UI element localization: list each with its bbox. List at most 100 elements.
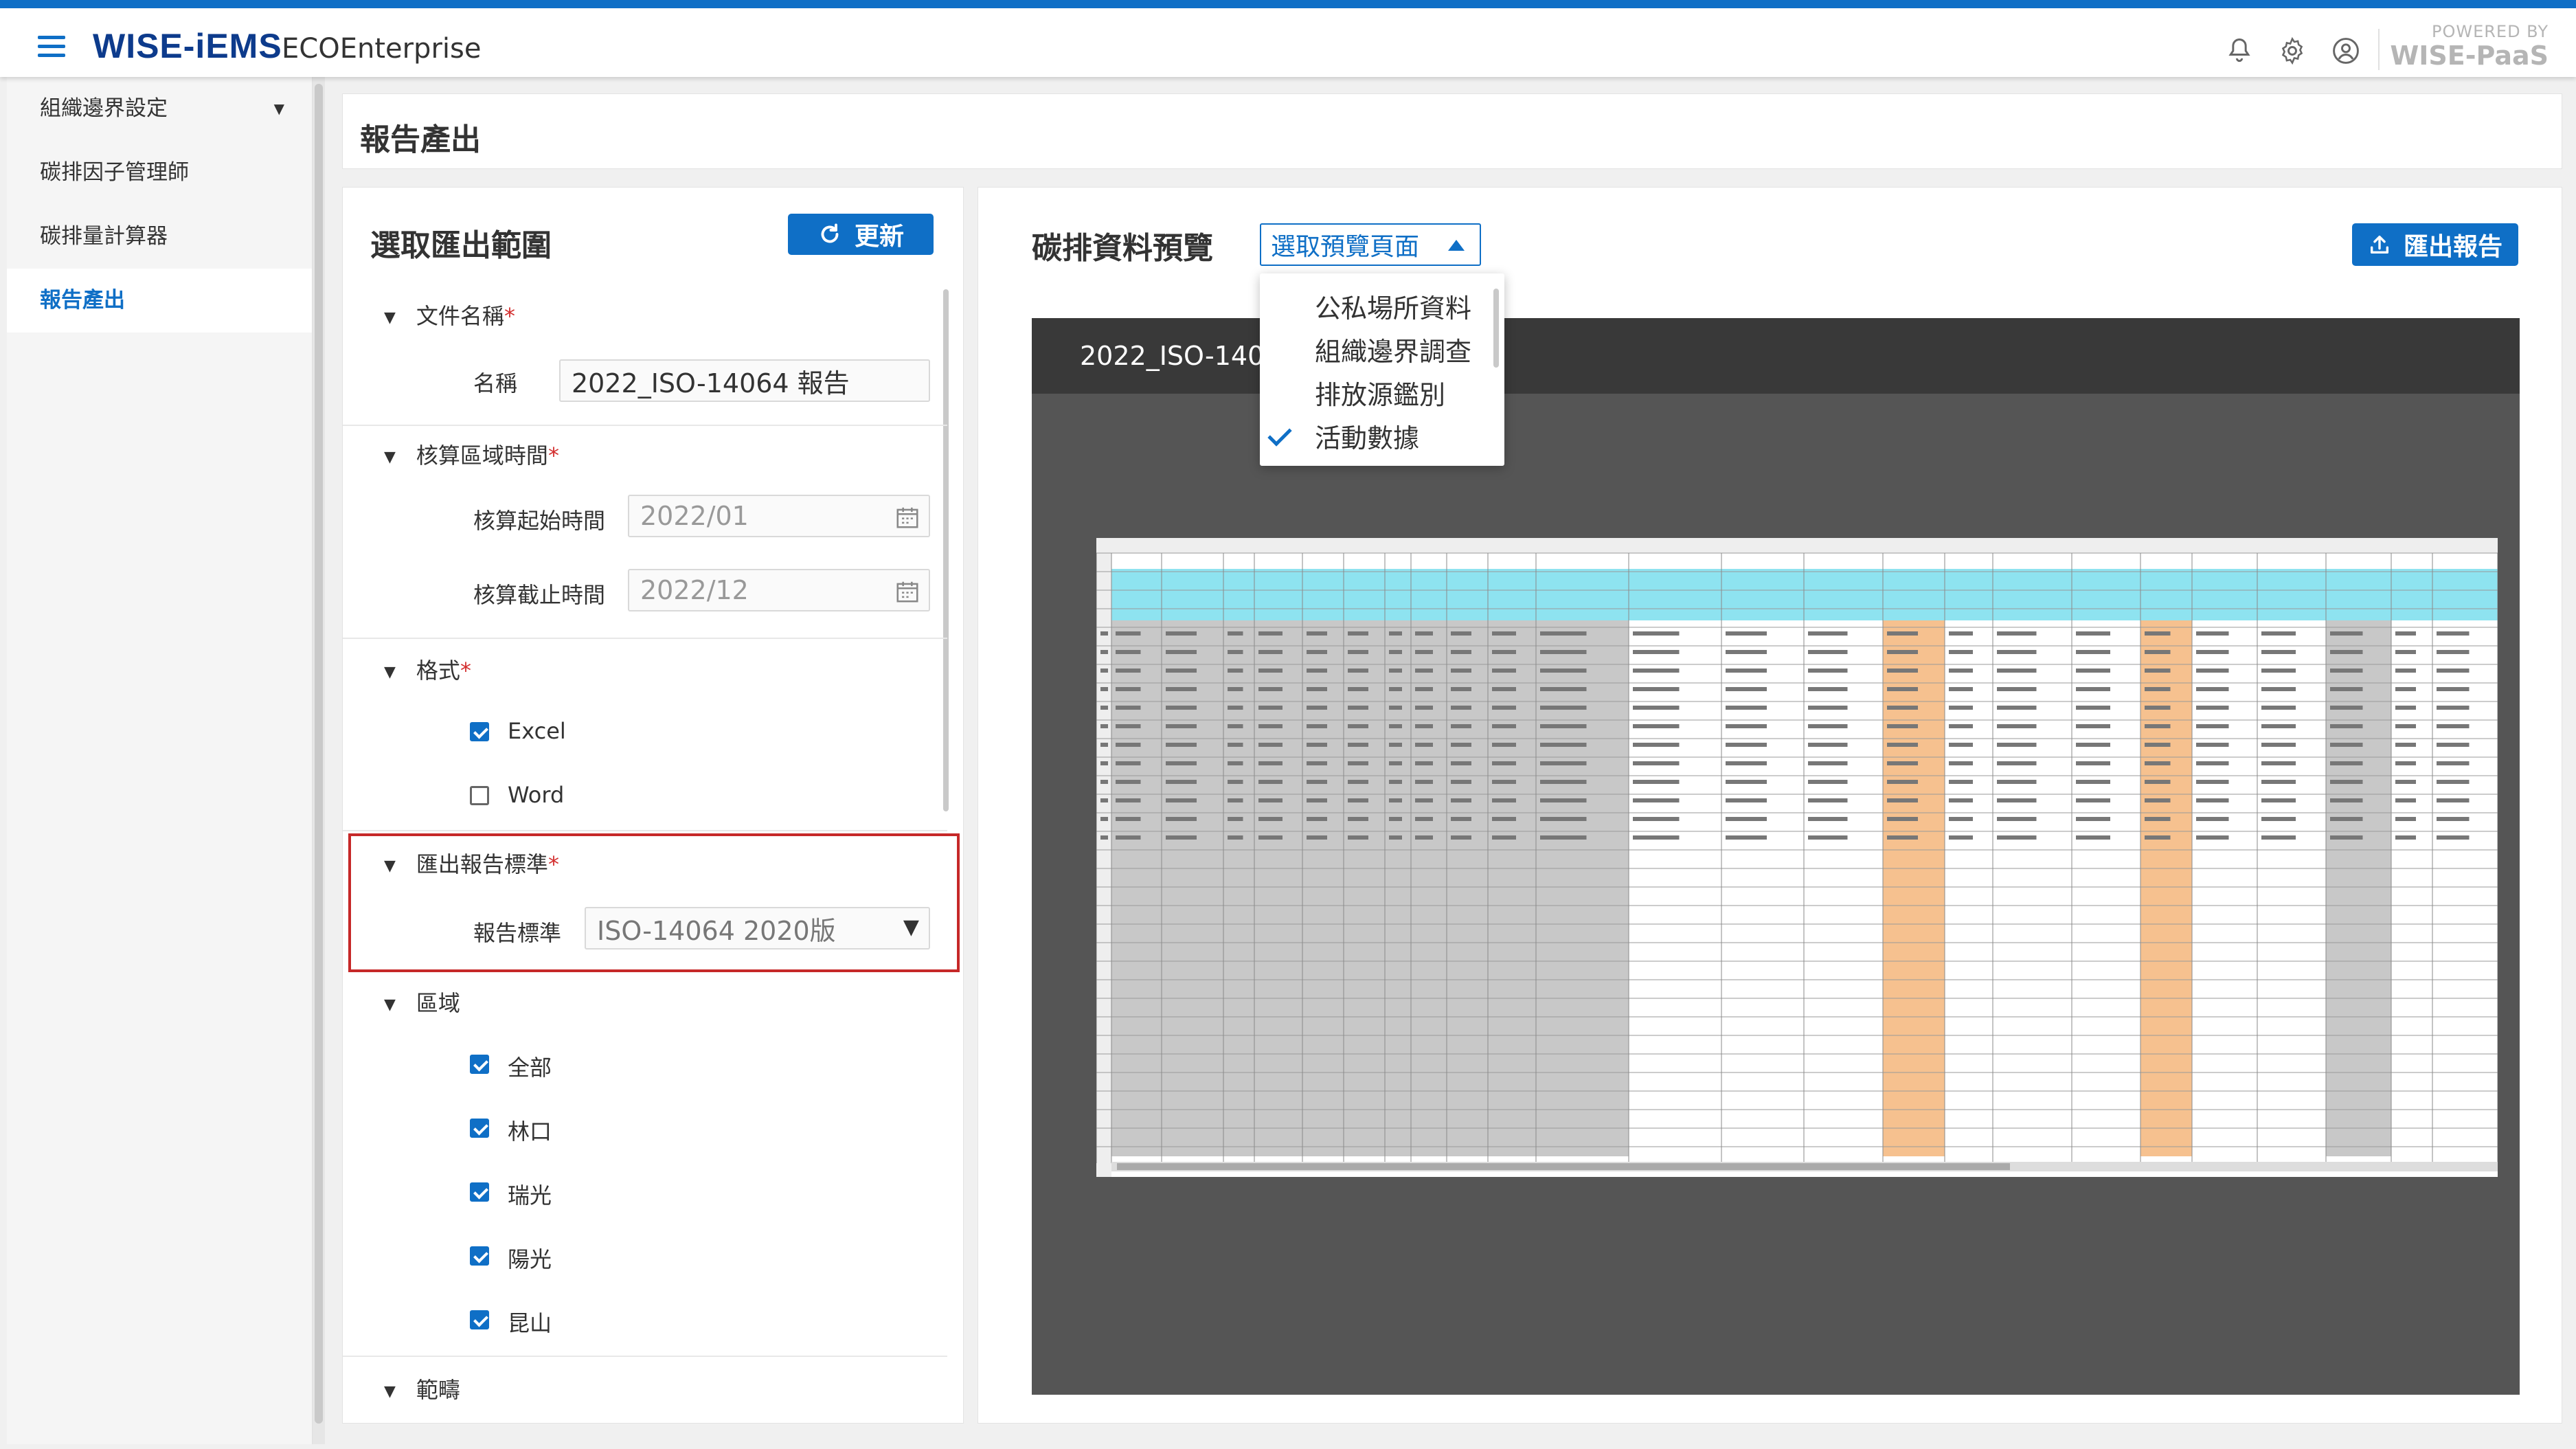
preview-title: 2022_ISO-1406 (1080, 341, 1281, 371)
region-label: 昆山 (508, 1310, 552, 1336)
collapse-caret-icon: ▼ (384, 1382, 396, 1400)
divider (343, 425, 947, 426)
dropdown-item-source-identification[interactable]: 排放源鑑別 (1315, 374, 1445, 412)
calendar-icon[interactable] (894, 579, 920, 605)
dropdown-item-site-data[interactable]: 公私場所資料 (1315, 287, 1471, 325)
word-label: Word (508, 782, 565, 808)
section-standard[interactable]: ▼ 匯出報告標準* (384, 847, 559, 879)
powered-by-text: POWERED BY (2431, 22, 2549, 41)
main-content: 報告產出 選取匯出範圍 更新 ▼ 文件名稱* 名稱 2022_ISO-14064 … (330, 77, 2576, 1449)
required-mark: * (460, 658, 471, 684)
sidebar-item-calculator[interactable]: 碳排量計算器 (7, 205, 312, 269)
top-bar: WISE-iEMS ECOEnterprise POWERED BY WISE-… (0, 0, 2576, 77)
collapse-caret-icon: ▼ (384, 308, 396, 326)
dropdown-scrollbar[interactable] (1493, 289, 1499, 368)
refresh-button[interactable]: 更新 (788, 214, 934, 255)
section-period[interactable]: ▼ 核算區域時間* (384, 438, 559, 470)
end-time-label: 核算截止時間 (473, 582, 606, 608)
export-scope-panel: 選取匯出範圍 更新 ▼ 文件名稱* 名稱 2022_ISO-14064 報告 ▼ 核… (342, 187, 964, 1424)
doc-name-input[interactable]: 2022_ISO-14064 報告 (559, 359, 930, 402)
preview-panel: 碳排資料預覽 選取預覽頁面 匯出報告 2022_ISO-1406 公私場所資料 … (978, 187, 2562, 1424)
export-report-button[interactable]: 匯出報告 (2352, 223, 2518, 266)
powered-by: POWERED BY WISE-PaaS (2390, 23, 2549, 69)
page-title-bar: 報告產出 (342, 93, 2562, 169)
section-format[interactable]: ▼ 格式* (384, 653, 471, 685)
user-circle-icon[interactable] (2331, 36, 2361, 66)
region-kunshan-checkbox[interactable] (470, 1310, 489, 1329)
excel-checkbox[interactable] (470, 722, 489, 741)
section-scope[interactable]: ▼ 範疇 (384, 1373, 460, 1404)
section-label: 核算區域時間 (416, 442, 548, 469)
caret-down-icon: ▼ (273, 100, 284, 117)
collapse-caret-icon: ▼ (384, 663, 396, 681)
section-label: 範疇 (416, 1377, 460, 1403)
gear-icon[interactable] (2277, 36, 2307, 66)
hamburger-menu-icon[interactable] (38, 36, 65, 58)
sidebar-item-label: 碳排因子管理師 (40, 160, 189, 185)
section-label: 匯出報告標準 (416, 851, 548, 877)
region-label: 林口 (508, 1119, 552, 1145)
divider (343, 638, 947, 639)
refresh-icon (821, 223, 839, 243)
collapse-caret-icon: ▼ (384, 996, 396, 1013)
section-label: 文件名稱 (416, 303, 504, 329)
sidebar-item-org-boundary[interactable]: 組織邊界設定 ▼ (7, 77, 312, 141)
check-icon (1267, 422, 1292, 447)
refresh-label: 更新 (854, 223, 904, 251)
page-title: 報告產出 (360, 122, 481, 157)
export-label: 匯出報告 (2403, 233, 2502, 261)
region-label: 瑞光 (508, 1182, 552, 1209)
standard-value: ISO-14064 2020版 (597, 915, 836, 946)
powered-brand: WISE-PaaS (2390, 41, 2549, 71)
preview-canvas: 2022_ISO-1406 (1032, 318, 2520, 1395)
dropdown-arrow-icon: ▼ (903, 915, 919, 939)
calendar-icon[interactable] (894, 504, 920, 530)
scrollbar-thumb[interactable] (315, 84, 323, 1424)
spreadsheet-image (1096, 538, 2498, 1177)
spreadsheet-thumbnail (1096, 538, 2498, 1177)
start-time-input[interactable]: 2022/01 (628, 495, 930, 537)
region-linkou-checkbox[interactable] (470, 1119, 489, 1138)
sidebar: 組織邊界設定 ▼ 碳排因子管理師 碳排量計算器 報告產出 (7, 77, 313, 1444)
section-doc-name[interactable]: ▼ 文件名稱* (384, 299, 515, 330)
sidebar-item-factor-manager[interactable]: 碳排因子管理師 (7, 141, 312, 205)
dropdown-item-org-boundary[interactable]: 組織邊界調查 (1315, 330, 1471, 368)
end-time-value: 2022/12 (640, 575, 749, 605)
panel-scrollbar[interactable] (943, 289, 949, 811)
region-all-checkbox[interactable] (470, 1055, 489, 1074)
header-divider (2378, 29, 2380, 70)
bell-icon[interactable] (2224, 36, 2255, 66)
required-mark: * (547, 442, 559, 469)
section-region[interactable]: ▼ 區域 (384, 986, 460, 1018)
sidebar-scrollbar[interactable] (313, 77, 325, 1444)
upload-icon (2370, 235, 2389, 254)
section-label: 格式 (416, 658, 460, 684)
section-label: 區域 (416, 990, 460, 1016)
preview-page-select[interactable]: 選取預覽頁面 (1260, 223, 1481, 266)
dropdown-item-activity-data[interactable]: 活動數據 (1315, 417, 1419, 455)
caret-up-icon (1448, 240, 1465, 251)
app-logo: WISE-iEMS (93, 27, 282, 65)
region-label: 全部 (508, 1055, 552, 1081)
doc-name-value: 2022_ISO-14064 報告 (572, 368, 850, 398)
panel-title: 選取匯出範圍 (370, 228, 552, 263)
sidebar-item-report-output[interactable]: 報告產出 (7, 269, 312, 333)
region-label: 陽光 (508, 1246, 552, 1272)
sidebar-item-label: 報告產出 (40, 288, 125, 313)
region-ruiguang-checkbox[interactable] (470, 1182, 489, 1202)
collapse-caret-icon: ▼ (384, 448, 396, 466)
standard-label: 報告標準 (473, 920, 562, 946)
preview-page-dropdown: 公私場所資料 組織邊界調查 排放源鑑別 活動數據 (1260, 273, 1504, 466)
collapse-caret-icon: ▼ (384, 857, 396, 875)
word-checkbox[interactable] (470, 786, 489, 805)
region-yangguang-checkbox[interactable] (470, 1246, 489, 1266)
sidebar-item-label: 組織邊界設定 (40, 96, 168, 121)
panel-title: 碳排資料預覽 (1032, 231, 1213, 266)
end-time-input[interactable]: 2022/12 (628, 569, 930, 611)
required-mark: * (504, 303, 515, 329)
name-label: 名稱 (473, 370, 518, 396)
select-label: 選取預覽頁面 (1271, 233, 1420, 261)
preview-header: 2022_ISO-1406 (1032, 318, 2520, 394)
standard-select[interactable]: ISO-14064 2020版 ▼ (585, 907, 930, 950)
divider (343, 1356, 947, 1357)
